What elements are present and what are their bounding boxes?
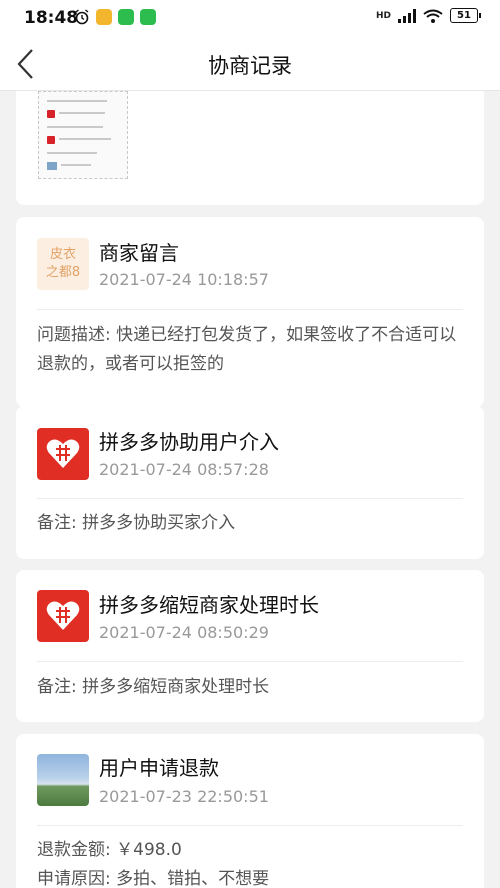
record-card-merchant-message: 皮衣 之都8 商家留言 2021-07-24 10:18:57 问题描述: 快递… xyxy=(16,217,484,407)
battery-icon: 51 xyxy=(450,8,481,23)
divider xyxy=(37,661,463,662)
refund-amount: 退款金额: ￥498.0 xyxy=(37,840,182,860)
hd-label: HD xyxy=(375,10,391,21)
record-note: 备注: 拼多多缩短商家处理时长 xyxy=(37,677,270,697)
shop-avatar-label: 皮衣 之都8 xyxy=(45,247,81,280)
evidence-thumbnail[interactable] xyxy=(38,91,128,179)
record-card-user-refund: 用户申请退款 2021-07-23 22:50:51 退款金额: ￥498.0 … xyxy=(16,734,484,888)
refund-reason: 申请原因: 多拍、错拍、不想要 xyxy=(37,869,270,888)
status-bar: 18:48 HD 51 xyxy=(0,0,500,36)
record-time: 2021-07-23 22:50:51 xyxy=(99,787,269,806)
user-avatar xyxy=(37,754,89,806)
record-title: 拼多多协助用户介入 xyxy=(99,430,279,454)
evidence-image-card xyxy=(16,91,484,205)
record-title: 用户申请退款 xyxy=(99,756,219,780)
nav-bar: 协商记录 xyxy=(0,36,500,91)
status-notification-icons xyxy=(74,9,156,25)
status-system-icons: HD 51 xyxy=(375,8,481,23)
record-title: 拼多多缩短商家处理时长 xyxy=(99,593,319,617)
record-card-shorten-time: 拼多多缩短商家处理时长 2021-07-24 08:50:29 备注: 拼多多缩… xyxy=(16,570,484,722)
shop-avatar: 皮衣 之都8 xyxy=(37,238,89,290)
record-time: 2021-07-24 08:50:29 xyxy=(99,623,269,642)
notes-app-icon xyxy=(96,9,112,25)
pinduoduo-logo-icon xyxy=(37,590,89,642)
wifi-icon xyxy=(423,9,443,23)
record-list[interactable]: 皮衣 之都8 商家留言 2021-07-24 10:18:57 问题描述: 快递… xyxy=(0,91,500,888)
pinduoduo-logo-icon xyxy=(37,428,89,480)
divider xyxy=(37,309,463,310)
status-time: 18:48 xyxy=(24,8,79,28)
record-note: 备注: 拼多多协助买家介入 xyxy=(37,513,236,533)
record-description: 问题描述: 快递已经打包发货了，如果签收了不合适可以退款的，或者可以拒签的 xyxy=(37,325,457,374)
alarm-icon xyxy=(75,9,89,25)
record-time: 2021-07-24 10:18:57 xyxy=(99,270,269,289)
wechat-icon xyxy=(118,9,134,25)
record-time: 2021-07-24 08:57:28 xyxy=(99,460,269,479)
page-title: 协商记录 xyxy=(208,54,292,78)
divider xyxy=(37,498,463,499)
record-title: 商家留言 xyxy=(99,241,179,265)
record-card-platform-intervene: 拼多多协助用户介入 2021-07-24 08:57:28 备注: 拼多多协助买… xyxy=(16,406,484,559)
divider xyxy=(37,825,463,826)
signal-icon xyxy=(398,8,416,23)
wechat-icon xyxy=(140,9,156,25)
